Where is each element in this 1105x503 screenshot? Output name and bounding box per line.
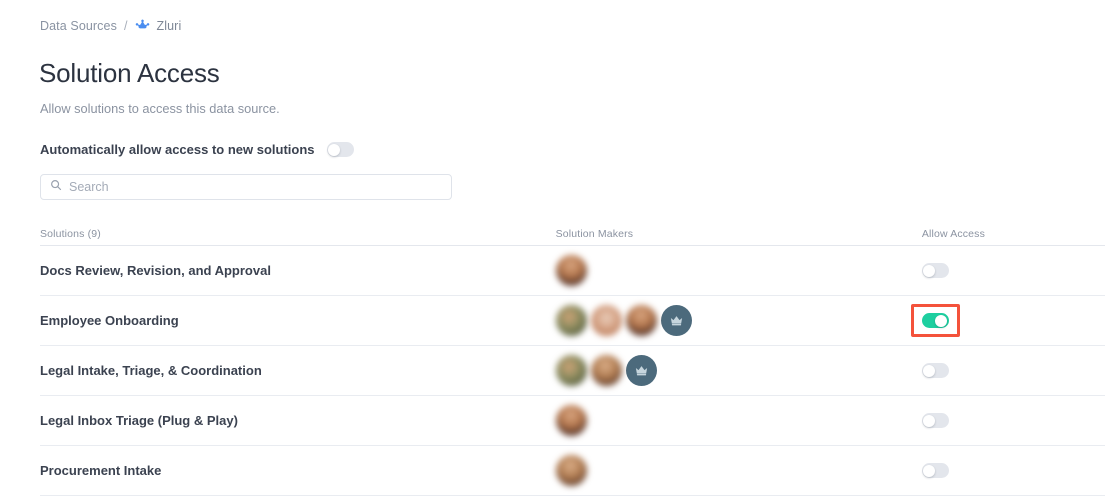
toggle-knob: [328, 143, 341, 156]
crown-icon: [625, 355, 657, 386]
breadcrumb-current-label: Zluri: [156, 18, 182, 33]
solution-makers: [555, 355, 922, 386]
solution-makers: [555, 255, 922, 286]
column-header-solutions: Solutions (9): [40, 227, 101, 240]
solution-name: Legal Intake, Triage, & Coordination: [40, 362, 262, 378]
avatar: [625, 305, 657, 336]
solution-name: Procurement Intake: [40, 462, 162, 478]
avatar: [555, 405, 587, 436]
allow-access-toggle[interactable]: [921, 463, 949, 478]
table-header-row: Solutions (9) Solution Makers Allow Acce…: [40, 220, 1105, 246]
allow-access-cell: [921, 263, 1105, 278]
avatar: [555, 255, 587, 286]
search-box[interactable]: [40, 174, 452, 200]
crown-icon: [660, 305, 692, 336]
table-row: Legal Inbox Triage (Plug & Play): [40, 396, 1105, 446]
allow-access-toggle[interactable]: [921, 313, 949, 328]
solution-makers: [555, 455, 922, 486]
solution-makers: [555, 405, 922, 436]
auto-allow-access-toggle[interactable]: [326, 142, 354, 157]
auto-allow-access-label: Automatically allow access to new soluti…: [40, 142, 315, 157]
page-title: Solution Access: [39, 58, 220, 88]
toggle-knob: [923, 414, 936, 427]
column-header-allow-access: Allow Access: [921, 227, 985, 240]
column-header-solution-makers: Solution Makers: [555, 227, 634, 240]
solutions-table: Solutions (9) Solution Makers Allow Acce…: [0, 220, 1105, 496]
table-row: Procurement Intake: [40, 446, 1105, 496]
allow-access-cell: [910, 304, 1105, 337]
breadcrumb-separator: /: [123, 18, 128, 33]
allow-access-toggle[interactable]: [921, 413, 949, 428]
toggle-knob: [934, 314, 947, 327]
page-subtitle: Allow solutions to access this data sour…: [40, 101, 280, 116]
solution-makers: [555, 305, 922, 336]
avatar: [590, 355, 622, 386]
toggle-knob: [923, 364, 936, 377]
table-row: Docs Review, Revision, and Approval: [40, 246, 1105, 296]
avatar: [555, 355, 587, 386]
avatar: [590, 305, 622, 336]
allow-access-cell: [921, 463, 1105, 478]
breadcrumb: Data Sources / Zluri: [40, 18, 181, 33]
search-icon: [50, 178, 69, 196]
allow-access-cell: [921, 363, 1105, 378]
table-body: Docs Review, Revision, and Approval Emplo…: [0, 246, 1105, 496]
search-input[interactable]: [69, 180, 442, 194]
avatar: [555, 455, 587, 486]
allow-access-toggle[interactable]: [921, 363, 949, 378]
zluri-logo-icon: [135, 18, 150, 33]
toggle-knob: [923, 264, 936, 277]
allow-access-toggle[interactable]: [921, 263, 949, 278]
solution-name: Docs Review, Revision, and Approval: [40, 262, 271, 278]
auto-allow-access-row: Automatically allow access to new soluti…: [40, 142, 354, 157]
table-row: Employee Onboarding: [40, 296, 1105, 346]
allow-access-cell: [921, 413, 1105, 428]
solution-name: Employee Onboarding: [40, 312, 179, 328]
highlight-box: [910, 304, 960, 337]
table-row: Legal Intake, Triage, & Coordination: [40, 346, 1105, 396]
solution-name: Legal Inbox Triage (Plug & Play): [40, 412, 238, 428]
breadcrumb-current-item[interactable]: Zluri: [135, 18, 182, 33]
toggle-knob: [923, 464, 936, 477]
breadcrumb-parent-link[interactable]: Data Sources: [40, 19, 117, 33]
avatar: [555, 305, 587, 336]
